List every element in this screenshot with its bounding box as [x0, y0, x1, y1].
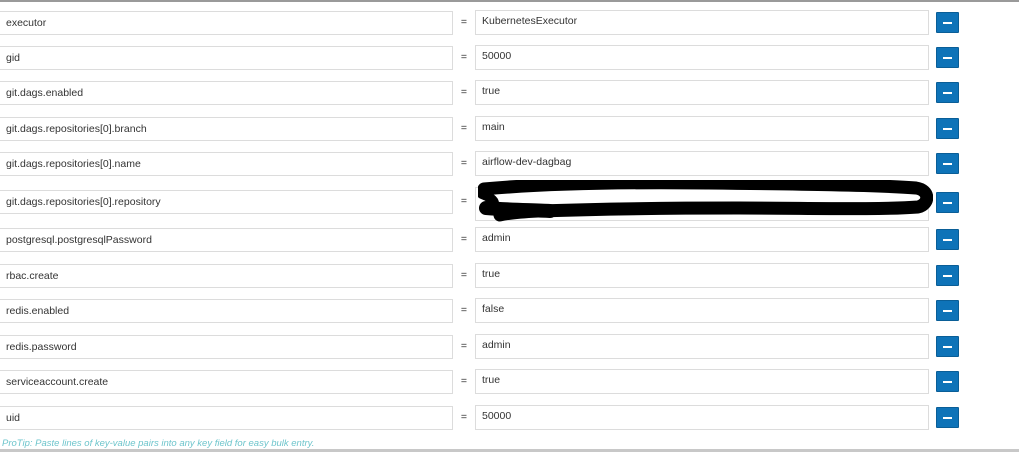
- key-field[interactable]: git.dags.repositories[0].branch: [0, 117, 453, 141]
- key-field[interactable]: executor: [0, 11, 453, 35]
- equals-sign: =: [460, 122, 468, 134]
- minus-icon: [943, 92, 952, 94]
- value-field[interactable]: airflow-dev-dagbag: [475, 151, 929, 176]
- key-field[interactable]: redis.enabled: [0, 299, 453, 323]
- minus-icon: [943, 163, 952, 165]
- remove-row-button[interactable]: [936, 300, 959, 321]
- value-field[interactable]: false: [475, 298, 929, 323]
- minus-icon: [943, 22, 952, 24]
- minus-icon: [943, 239, 952, 241]
- remove-row-button[interactable]: [936, 407, 959, 428]
- key-field[interactable]: gid: [0, 46, 453, 70]
- minus-icon: [943, 128, 952, 130]
- equals-sign: =: [460, 51, 468, 63]
- minus-icon: [943, 381, 952, 383]
- key-field[interactable]: git.dags.repositories[0].repository: [0, 190, 453, 214]
- key-field[interactable]: redis.password: [0, 335, 453, 359]
- remove-row-button[interactable]: [936, 118, 959, 139]
- remove-row-button[interactable]: [936, 153, 959, 174]
- remove-row-button[interactable]: [936, 371, 959, 392]
- key-field[interactable]: uid: [0, 406, 453, 430]
- key-field[interactable]: git.dags.enabled: [0, 81, 453, 105]
- equals-sign: =: [460, 157, 468, 169]
- key-field[interactable]: postgresql.postgresqlPassword: [0, 228, 453, 252]
- remove-row-button[interactable]: [936, 12, 959, 33]
- redaction-scribble: [478, 180, 933, 222]
- remove-row-button[interactable]: [936, 47, 959, 68]
- equals-sign: =: [460, 304, 468, 316]
- equals-sign: =: [460, 375, 468, 387]
- equals-sign: =: [460, 411, 468, 423]
- equals-sign: =: [460, 86, 468, 98]
- value-field[interactable]: KubernetesExecutor: [475, 10, 929, 35]
- minus-icon: [943, 57, 952, 59]
- minus-icon: [943, 417, 952, 419]
- equals-sign: =: [460, 340, 468, 352]
- value-field[interactable]: admin: [475, 227, 929, 252]
- minus-icon: [943, 310, 952, 312]
- equals-sign: =: [460, 233, 468, 245]
- remove-row-button[interactable]: [936, 265, 959, 286]
- remove-row-button[interactable]: [936, 336, 959, 357]
- value-field[interactable]: 50000: [475, 45, 929, 70]
- minus-icon: [943, 275, 952, 277]
- key-field[interactable]: rbac.create: [0, 264, 453, 288]
- remove-row-button[interactable]: [936, 82, 959, 103]
- key-field[interactable]: git.dags.repositories[0].name: [0, 152, 453, 176]
- equals-sign: =: [460, 16, 468, 28]
- minus-icon: [943, 346, 952, 348]
- value-field[interactable]: 50000: [475, 405, 929, 430]
- value-field[interactable]: admin: [475, 334, 929, 359]
- minus-icon: [943, 202, 952, 204]
- protip-text: ProTip: Paste lines of key-value pairs i…: [2, 438, 315, 449]
- key-field[interactable]: serviceaccount.create: [0, 370, 453, 394]
- equals-sign: =: [460, 269, 468, 281]
- value-field[interactable]: true: [475, 80, 929, 105]
- equals-sign: =: [460, 195, 468, 207]
- key-value-editor: executor = KubernetesExecutor gid = 5000…: [0, 0, 1019, 452]
- remove-row-button[interactable]: [936, 229, 959, 250]
- value-field[interactable]: true: [475, 263, 929, 288]
- remove-row-button[interactable]: [936, 192, 959, 213]
- value-field[interactable]: true: [475, 369, 929, 394]
- value-field[interactable]: main: [475, 116, 929, 141]
